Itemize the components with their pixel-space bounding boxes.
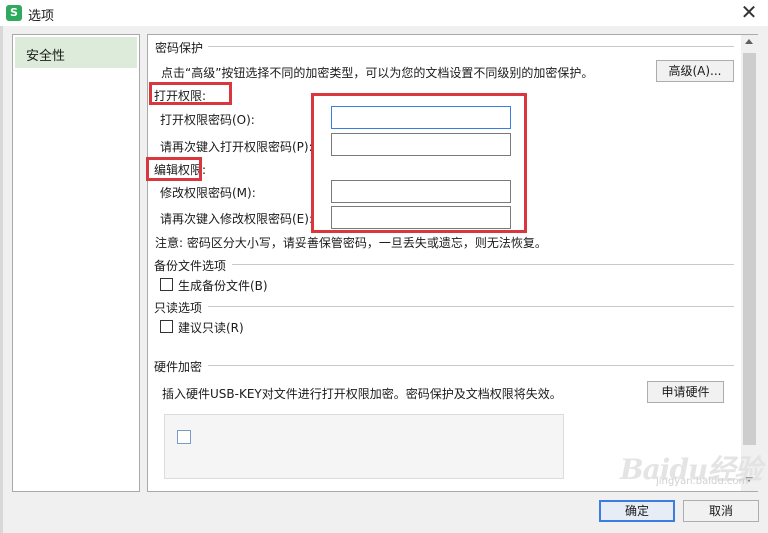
section-title-password-protection: 密码保护 — [155, 41, 204, 55]
section-divider — [208, 365, 734, 366]
open-password-confirm-label: 请再次键入打开权限密码(P): — [160, 140, 313, 154]
edit-password-label: 修改权限密码(M): — [160, 186, 256, 200]
advanced-button[interactable]: 高级(A)... — [656, 60, 734, 82]
open-password-label: 打开权限密码(O): — [160, 113, 255, 127]
scroll-up-arrow-icon[interactable] — [745, 39, 753, 44]
scroll-thumb[interactable] — [743, 53, 756, 445]
edit-password-input[interactable] — [331, 180, 511, 203]
section-title-readonly: 只读选项 — [154, 301, 203, 315]
section-divider — [232, 264, 734, 265]
sidebar-item-security[interactable]: 安全性 — [15, 37, 137, 68]
open-password-input[interactable] — [331, 106, 511, 129]
apply-hardware-button[interactable]: 申请硬件 — [647, 381, 724, 403]
scroll-down-arrow-icon[interactable] — [745, 477, 753, 482]
open-password-confirm-input[interactable] — [331, 133, 511, 156]
edit-permission-heading: 编辑权限: — [154, 163, 207, 177]
window-left-edge — [0, 26, 3, 533]
close-icon[interactable]: ✕ — [738, 2, 760, 22]
backup-checkbox[interactable] — [160, 278, 173, 291]
hardware-checkbox[interactable] — [177, 430, 191, 444]
sidebar-item-label: 安全性 — [26, 49, 66, 64]
section-title-backup: 备份文件选项 — [154, 259, 227, 273]
wps-app-icon: S — [6, 5, 22, 21]
sidebar: 安全性 — [12, 34, 140, 492]
readonly-checkbox-label: 建议只读(R) — [178, 321, 244, 335]
vertical-scrollbar[interactable] — [741, 35, 758, 491]
hardware-device-list — [164, 414, 564, 479]
section-title-hardware: 硬件加密 — [154, 360, 203, 374]
edit-password-confirm-label: 请再次键入修改权限密码(E): — [160, 212, 313, 226]
ok-button[interactable]: 确定 — [599, 500, 675, 522]
open-permission-heading: 打开权限: — [154, 89, 207, 103]
backup-checkbox-label: 生成备份文件(B) — [178, 279, 268, 293]
edit-password-confirm-input[interactable] — [331, 206, 511, 229]
section-divider — [208, 306, 734, 307]
security-panel: 密码保护 点击“高级”按钮选择不同的加密类型，可以为您的文档设置不同级别的加密保… — [147, 34, 758, 492]
password-description: 点击“高级”按钮选择不同的加密类型，可以为您的文档设置不同级别的加密保护。 — [161, 66, 594, 80]
window-title: 选项 — [28, 9, 55, 24]
password-note: 注意: 密码区分大小写，请妥善保管密码，一旦丢失或遗忘，则无法恢复。 — [155, 236, 547, 250]
hardware-description: 插入硬件USB-KEY对文件进行打开权限加密。密码保护及文档权限将失效。 — [162, 387, 562, 401]
title-bar: S 选项 ✕ — [0, 0, 768, 26]
cancel-button[interactable]: 取消 — [683, 500, 759, 522]
readonly-checkbox[interactable] — [160, 320, 173, 333]
section-divider — [208, 46, 734, 47]
